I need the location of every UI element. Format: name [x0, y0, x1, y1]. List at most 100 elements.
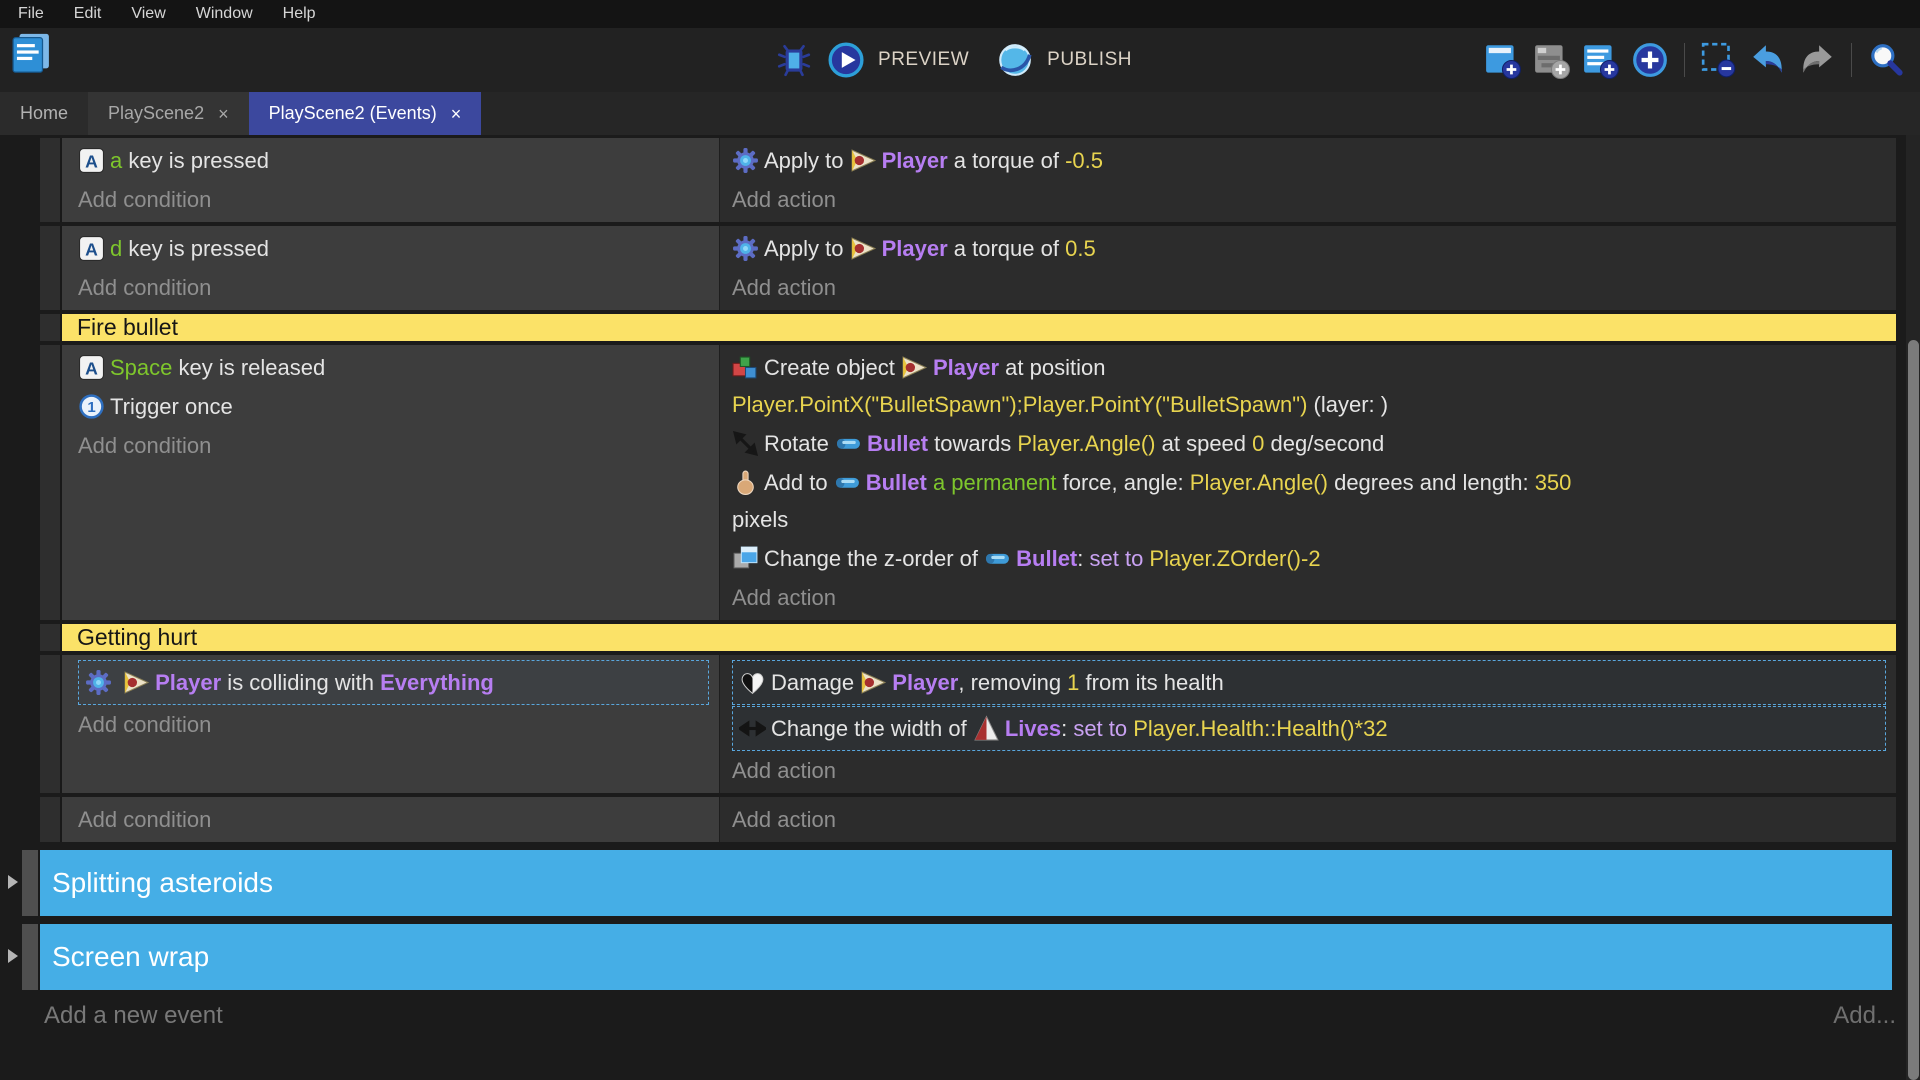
svg-text:1: 1	[87, 399, 95, 416]
add-condition-button[interactable]: Add condition	[78, 427, 709, 464]
event-handle[interactable]	[40, 138, 62, 222]
preview-label[interactable]: PREVIEW	[878, 49, 969, 71]
svg-text:A: A	[85, 358, 98, 378]
condition-line[interactable]: Player is colliding with Everything	[78, 660, 709, 705]
add-condition-button[interactable]: Add condition	[78, 181, 709, 218]
bullet-icon	[834, 464, 866, 501]
fold-arrow-icon[interactable]	[6, 948, 20, 966]
tab-label: PlayScene2	[108, 103, 204, 124]
add-new-icon[interactable]	[1630, 40, 1670, 80]
action-line[interactable]: Create object Player at positionPlayer.P…	[732, 349, 1886, 423]
tab-playscene2-events-[interactable]: PlayScene2 (Events)×	[249, 92, 482, 135]
add-action-button[interactable]: Add action	[732, 181, 1886, 218]
event-row: Player is colliding with EverythingAdd c…	[40, 655, 1896, 793]
group-bar[interactable]: Screen wrap	[40, 924, 1892, 990]
event-row: Add condition Add action	[40, 797, 1896, 842]
comment-bar[interactable]: Fire bullet	[62, 314, 1896, 341]
action-line[interactable]: Apply to Player a torque of -0.5	[732, 142, 1886, 179]
player-icon	[901, 349, 933, 386]
action-line[interactable]: Apply to Player a torque of 0.5	[732, 230, 1886, 267]
event-handle[interactable]	[40, 345, 62, 620]
close-tab-icon[interactable]: ×	[218, 105, 229, 123]
event-handle[interactable]	[40, 655, 62, 793]
add-condition-button[interactable]: Add condition	[78, 269, 709, 306]
svg-text:A: A	[85, 239, 98, 259]
condition-line[interactable]: 1Trigger once	[78, 388, 709, 425]
add-action-button[interactable]: Add action	[732, 801, 1886, 838]
player-icon	[860, 664, 892, 701]
physics-gear-icon	[85, 664, 117, 701]
add-more-button[interactable]: Add...	[1833, 1002, 1896, 1030]
player-icon	[123, 664, 155, 701]
event-handle[interactable]	[40, 797, 62, 842]
event-row: Ad key is pressedAdd condition Apply to P…	[40, 226, 1896, 310]
publish-icon[interactable]	[995, 40, 1035, 80]
undo-icon[interactable]	[1748, 40, 1788, 80]
comment-bar[interactable]: Getting hurt	[62, 624, 1896, 651]
add-comment-icon[interactable]	[1581, 40, 1621, 80]
tab-label: Home	[20, 103, 68, 124]
action-line[interactable]: Change the z-order of Bullet: set to Pla…	[732, 540, 1886, 577]
event-handle[interactable]	[40, 314, 62, 341]
add-action-button[interactable]: Add action	[732, 752, 1886, 789]
event-handle[interactable]	[40, 226, 62, 310]
player-icon	[850, 230, 882, 267]
actions-cell: Apply to Player a torque of -0.5Add acti…	[720, 138, 1896, 222]
condition-line[interactable]: ASpace key is released	[78, 349, 709, 386]
close-tab-icon[interactable]: ×	[451, 105, 462, 123]
rotate-icon	[732, 425, 764, 462]
physics-gear-icon	[732, 142, 764, 179]
gdevelop-logo[interactable]	[8, 30, 54, 76]
event-handle[interactable]	[40, 624, 62, 651]
fold-arrow-icon[interactable]	[6, 874, 20, 892]
conditions-cell: ASpace key is released1Trigger onceAdd c…	[62, 345, 720, 620]
add-action-button[interactable]: Add action	[732, 269, 1886, 306]
actions-cell: Damage Player, removing 1 from its healt…	[720, 655, 1896, 793]
scrollbar-thumb[interactable]	[1908, 340, 1919, 1080]
add-condition-button[interactable]: Add condition	[78, 801, 709, 838]
menu-item-help[interactable]: Help	[283, 5, 316, 23]
trigger-once-icon: 1	[78, 388, 110, 425]
menu-item-file[interactable]: File	[18, 5, 44, 23]
actions-cell: Add action	[720, 797, 1896, 842]
delete-selection-icon[interactable]	[1699, 40, 1739, 80]
add-condition-button[interactable]: Add condition	[78, 706, 709, 743]
add-subevent-icon	[1532, 40, 1572, 80]
force-icon	[732, 464, 764, 501]
tab-playscene2[interactable]: PlayScene2 ×	[88, 92, 249, 135]
add-event-icon[interactable]	[1483, 40, 1523, 80]
action-line[interactable]: Damage Player, removing 1 from its healt…	[732, 660, 1886, 705]
debug-icon[interactable]	[774, 40, 814, 80]
search-icon[interactable]	[1866, 40, 1906, 80]
tab-bar: HomePlayScene2×PlayScene2 (Events)×	[0, 92, 1920, 135]
keyboard-icon: A	[78, 142, 110, 179]
menu-item-window[interactable]: Window	[196, 5, 253, 23]
preview-icon[interactable]	[826, 40, 866, 80]
add-action-button[interactable]: Add action	[732, 579, 1886, 616]
width-icon	[739, 710, 771, 747]
svg-text:A: A	[85, 151, 98, 171]
action-line[interactable]: Add to Bullet a permanent force, angle: …	[732, 464, 1886, 538]
tab-home[interactable]: Home	[0, 92, 88, 135]
menu-item-view[interactable]: View	[131, 5, 165, 23]
action-line[interactable]: Change the width of Lives: set to Player…	[732, 706, 1886, 751]
actions-cell: Create object Player at positionPlayer.P…	[720, 345, 1896, 620]
add-new-event-button[interactable]: Add a new event	[44, 1002, 223, 1030]
condition-line[interactable]: Aa key is pressed	[78, 142, 709, 179]
group-handle[interactable]	[22, 924, 40, 990]
group-bar[interactable]: Splitting asteroids	[40, 850, 1892, 916]
menu-item-edit[interactable]: Edit	[74, 5, 102, 23]
conditions-cell: Player is colliding with EverythingAdd c…	[62, 655, 720, 793]
action-line[interactable]: Rotate Bullet towards Player.Angle() at …	[732, 425, 1886, 462]
bullet-icon	[984, 540, 1016, 577]
menu-bar: File Edit View Window Help	[0, 0, 1920, 28]
group-row: Splitting asteroids	[22, 850, 1892, 916]
condition-line[interactable]: Ad key is pressed	[78, 230, 709, 267]
group-handle[interactable]	[22, 850, 40, 916]
actions-cell: Apply to Player a torque of 0.5Add actio…	[720, 226, 1896, 310]
gdevelop-window: File Edit View Window Help PREVIEW PUBLISH H…	[0, 0, 1920, 1080]
player-icon	[850, 142, 882, 179]
keyboard-icon: A	[78, 230, 110, 267]
publish-label[interactable]: PUBLISH	[1047, 49, 1132, 71]
event-row: Aa key is pressedAdd condition Apply to P…	[40, 138, 1896, 222]
